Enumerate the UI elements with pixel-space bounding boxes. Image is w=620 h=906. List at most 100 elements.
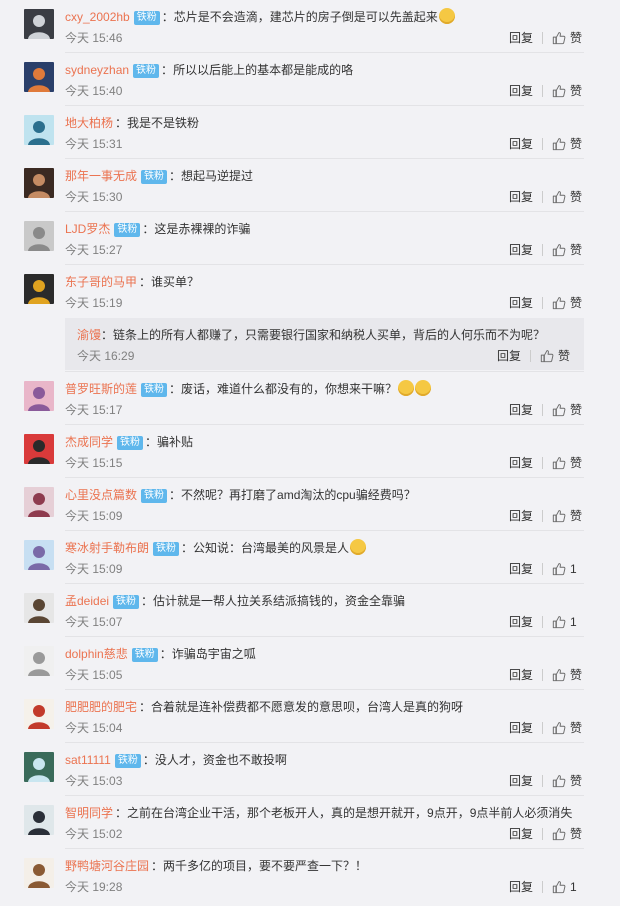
avatar[interactable] — [24, 168, 54, 198]
like-button[interactable]: 赞 — [552, 826, 584, 842]
username-link[interactable]: 地大柏杨 — [65, 116, 113, 130]
username-link[interactable]: 寒冰射手勒布朗 — [65, 541, 149, 555]
reply-button[interactable]: 回复 — [509, 826, 533, 842]
username-link[interactable]: cxy_2002hb — [65, 10, 130, 24]
thumbs-up-icon — [552, 32, 566, 45]
username-link[interactable]: 野鸭塘河谷庄园 — [65, 859, 149, 873]
comment-time: 今天 15:09 — [65, 509, 123, 523]
avatar[interactable] — [24, 752, 54, 782]
fan-badge[interactable]: 铁粉 — [114, 754, 141, 768]
username-link[interactable]: 心里没点篇数 — [65, 488, 137, 502]
avatar[interactable] — [24, 540, 54, 570]
reply-button[interactable]: 回复 — [509, 295, 533, 311]
fan-badge[interactable]: 铁粉 — [133, 64, 160, 78]
fan-badge[interactable]: 铁粉 — [113, 595, 140, 609]
like-button[interactable]: 赞 — [552, 242, 584, 258]
reply-button[interactable]: 回复 — [509, 402, 533, 418]
fan-badge[interactable]: 铁粉 — [141, 170, 168, 184]
thumbs-up-icon — [552, 616, 566, 629]
username-link[interactable]: dolphin慈悲 — [65, 647, 128, 661]
like-button[interactable]: 赞 — [552, 667, 584, 683]
reply-button[interactable]: 回复 — [509, 720, 533, 736]
reply-button[interactable]: 回复 — [509, 667, 533, 683]
like-button[interactable]: 1 — [552, 614, 584, 630]
fan-badge[interactable]: 铁粉 — [133, 11, 160, 25]
username-link[interactable]: 那年一事无成 — [65, 169, 137, 183]
thumbs-up-icon — [552, 85, 566, 98]
action-divider — [542, 457, 543, 469]
username-link[interactable]: sydneyzhan — [65, 63, 129, 77]
reply-button[interactable]: 回复 — [509, 83, 533, 99]
reply-button[interactable]: 回复 — [509, 136, 533, 152]
avatar[interactable] — [24, 221, 54, 251]
like-button[interactable]: 赞 — [552, 83, 584, 99]
avatar[interactable] — [24, 115, 54, 145]
avatar[interactable] — [24, 62, 54, 92]
comment-time: 今天 15:03 — [65, 774, 123, 788]
username-link[interactable]: LJD罗杰 — [65, 222, 110, 236]
comment-content: 杰成同学 铁粉 ：骗补贴 — [65, 433, 193, 451]
fan-badge[interactable]: 铁粉 — [141, 383, 168, 397]
like-button[interactable]: 赞 — [552, 30, 584, 46]
reply-button[interactable]: 回复 — [509, 30, 533, 46]
like-button[interactable]: 赞 — [552, 720, 584, 736]
like-button[interactable]: 赞 — [552, 189, 584, 205]
reply-button[interactable]: 回复 — [509, 189, 533, 205]
comment-item: 肥肥肥的肥宅 ：合着就是连补偿费都不愿意发的意思呗，台湾人是真的狗呀 今天 15:0… — [0, 690, 606, 743]
action-divider — [542, 775, 543, 787]
fan-badge[interactable]: 铁粉 — [153, 542, 180, 556]
reply-button[interactable]: 回复 — [509, 614, 533, 630]
like-button[interactable]: 赞 — [552, 295, 584, 311]
like-button[interactable]: 赞 — [552, 508, 584, 524]
reply-button[interactable]: 回复 — [509, 561, 533, 577]
avatar[interactable] — [24, 9, 54, 39]
username-link[interactable]: 孟deidei — [65, 594, 109, 608]
avatar[interactable] — [24, 274, 54, 304]
username-link[interactable]: 东子哥的马甲 — [65, 275, 137, 289]
comment-text: 诈骗岛宇宙之呱 — [171, 647, 256, 661]
like-button[interactable]: 赞 — [552, 773, 584, 789]
comment-content: 那年一事无成 铁粉 ：想起马逆提过 — [65, 167, 253, 185]
like-count: 赞 — [570, 137, 583, 151]
reply-button[interactable]: 回复 — [509, 508, 533, 524]
reply-button[interactable]: 回复 — [509, 879, 533, 895]
username-link[interactable]: 肥肥肥的肥宅 — [65, 700, 137, 714]
avatar[interactable] — [24, 434, 54, 464]
thumbs-up-icon — [552, 722, 566, 735]
comment-item: 杰成同学 铁粉 ：骗补贴 今天 15:15 回复 赞 — [0, 425, 606, 478]
fan-badge[interactable]: 铁粉 — [114, 223, 141, 237]
avatar[interactable] — [24, 593, 54, 623]
reply-actions: 回复 赞 — [497, 348, 572, 364]
comment-actions: 回复 赞 — [509, 667, 584, 683]
avatar[interactable] — [24, 805, 54, 835]
username-link[interactable]: 杰成同学 — [65, 435, 113, 449]
fan-badge[interactable]: 铁粉 — [131, 648, 158, 662]
avatar[interactable] — [24, 858, 54, 888]
like-button[interactable]: 赞 — [540, 348, 572, 364]
username-link[interactable]: 智明同学 — [65, 806, 113, 820]
like-button[interactable]: 赞 — [552, 455, 584, 471]
reply-button[interactable]: 回复 — [497, 348, 521, 364]
comment-text: 废话，难道什么都没有的，你想来干嘛？ — [181, 382, 398, 396]
reply-button[interactable]: 回复 — [509, 773, 533, 789]
avatar[interactable] — [24, 646, 54, 676]
fan-badge[interactable]: 铁粉 — [117, 436, 144, 450]
like-button[interactable]: 1 — [552, 561, 584, 577]
reply-button[interactable]: 回复 — [509, 455, 533, 471]
like-button[interactable]: 赞 — [552, 136, 584, 152]
like-button[interactable]: 赞 — [552, 402, 584, 418]
username-link[interactable]: 普罗旺斯的莲 — [65, 382, 137, 396]
comment-text: 这是赤裸裸的诈骗 — [154, 222, 251, 236]
action-divider — [542, 32, 543, 44]
avatar[interactable] — [24, 381, 54, 411]
action-divider — [542, 510, 543, 522]
avatar[interactable] — [24, 699, 54, 729]
thumbs-up-icon — [552, 138, 566, 151]
like-button[interactable]: 1 — [552, 879, 584, 895]
username-link[interactable]: 渝馒 — [77, 328, 101, 342]
fan-badge[interactable]: 铁粉 — [141, 489, 168, 503]
reply-button[interactable]: 回复 — [509, 242, 533, 258]
username-link[interactable]: sat11111 — [65, 753, 111, 767]
comment-time: 今天 15:05 — [65, 668, 123, 682]
avatar[interactable] — [24, 487, 54, 517]
